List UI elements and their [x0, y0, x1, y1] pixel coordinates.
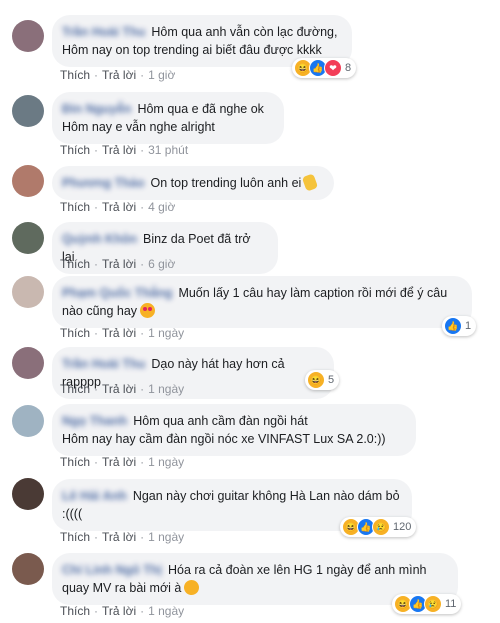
comment-author[interactable]: Đin Nguyễn — [62, 100, 131, 118]
avatar[interactable] — [12, 95, 44, 127]
like-link[interactable]: Thích — [60, 530, 90, 544]
comment-time[interactable]: 1 ngày — [148, 604, 184, 618]
reaction-count: 120 — [393, 521, 412, 533]
comment-actions: Thích · Trả lời · 1 ngày — [60, 455, 185, 469]
avatar[interactable] — [12, 553, 44, 585]
comment-time[interactable]: 4 giờ — [148, 200, 175, 214]
reply-link[interactable]: Trả lời — [102, 326, 136, 340]
avatar[interactable] — [12, 405, 44, 437]
comment-bubble: Phạm Quốc Thắng Muốn lấy 1 câu hay làm ca… — [52, 276, 472, 328]
avatar[interactable] — [12, 276, 44, 308]
love-reaction-icon: ❤ — [324, 59, 342, 77]
reaction-count: 5 — [328, 374, 335, 386]
avatar[interactable] — [12, 165, 44, 197]
comment-author[interactable]: Trần Hoài Thu — [62, 23, 145, 41]
comment-actions: Thích · Trả lời · 31 phút — [60, 143, 189, 157]
sad-reaction-icon: 😢 — [424, 595, 442, 613]
comment-time[interactable]: 31 phút — [148, 143, 188, 157]
reaction-count: 1 — [465, 320, 472, 332]
reaction-summary[interactable]: 😆 👍 😢 120 — [340, 517, 417, 537]
reply-link[interactable]: Trả lời — [102, 604, 136, 618]
comment-time[interactable]: 1 ngày — [148, 455, 184, 469]
comment-author[interactable]: Ngọ Thanh — [62, 412, 127, 430]
comment-actions: Thích · Trả lời · 1 ngày — [60, 604, 185, 618]
reply-link[interactable]: Trả lời — [102, 200, 136, 214]
like-link[interactable]: Thích — [60, 382, 90, 396]
comment-author[interactable]: Quỳnh Khôn — [62, 230, 137, 248]
comment-actions: Thích · Trả lời · 6 giờ — [60, 257, 176, 271]
reaction-summary[interactable]: 😆 👍 😢 11 — [392, 594, 462, 614]
comment-time[interactable]: 1 ngày — [148, 382, 184, 396]
reply-link[interactable]: Trả lời — [102, 530, 136, 544]
rock-hand-emoji-icon — [302, 173, 319, 192]
like-link[interactable]: Thích — [60, 200, 90, 214]
like-link[interactable]: Thích — [60, 257, 90, 271]
comment-author[interactable]: Phạm Quốc Thắng — [62, 284, 172, 302]
avatar[interactable] — [12, 478, 44, 510]
comment-actions: Thích · Trả lời · 4 giờ — [60, 200, 176, 214]
comment-time[interactable]: 1 ngày — [148, 326, 184, 340]
heart-eyes-emoji-icon — [140, 303, 156, 318]
haha-reaction-icon: 😆 — [307, 371, 325, 389]
comment-bubble: Đin Nguyễn Hôm qua e đã nghe ok Hôm nay e… — [52, 92, 284, 144]
comment-bubble: Ngọ Thanh Hôm qua anh cầm đàn ngồi hát Hô… — [52, 404, 416, 456]
reply-link[interactable]: Trả lời — [102, 257, 136, 271]
like-link[interactable]: Thích — [60, 604, 90, 618]
avatar[interactable] — [12, 347, 44, 379]
comment-author[interactable]: Chí Linh Ngô Thị — [62, 561, 162, 579]
like-link[interactable]: Thích — [60, 326, 90, 340]
reply-link[interactable]: Trả lời — [102, 382, 136, 396]
reaction-count: 8 — [345, 62, 352, 74]
reply-link[interactable]: Trả lời — [102, 143, 136, 157]
comment-actions: Thích · Trả lời · 1 giờ — [60, 68, 176, 82]
comment-author[interactable]: Trần Hoài Thu — [62, 355, 145, 373]
reply-link[interactable]: Trả lời — [102, 455, 136, 469]
rofl-emoji-icon — [181, 577, 203, 598]
comment-time[interactable]: 6 giờ — [148, 257, 175, 271]
comment-actions: Thích · Trả lời · 1 ngày — [60, 530, 185, 544]
comment-bubble: Phương Thảo On top trending luôn anh ei — [52, 166, 334, 200]
avatar[interactable] — [12, 20, 44, 52]
comment-actions: Thích · Trả lời · 1 ngày — [60, 326, 185, 340]
reaction-summary[interactable]: 😆 👍 ❤ 8 — [292, 58, 357, 78]
comment-time[interactable]: 1 giờ — [148, 68, 175, 82]
sad-reaction-icon: 😢 — [372, 518, 390, 536]
reaction-summary[interactable]: 😆 5 — [305, 370, 340, 390]
comment-time[interactable]: 1 ngày — [148, 530, 184, 544]
comment-author[interactable]: Phương Thảo — [62, 174, 145, 192]
reply-link[interactable]: Trả lời — [102, 68, 136, 82]
reaction-count: 11 — [445, 598, 457, 610]
comment-author[interactable]: Lê Hải Anh — [62, 487, 127, 505]
like-link[interactable]: Thích — [60, 455, 90, 469]
avatar[interactable] — [12, 222, 44, 254]
like-reaction-icon: 👍 — [444, 317, 462, 335]
comment-actions: Thích · Trả lời · 1 ngày — [60, 382, 185, 396]
like-link[interactable]: Thích — [60, 143, 90, 157]
comment-text: On top trending luôn anh ei — [150, 176, 302, 190]
like-link[interactable]: Thích — [60, 68, 90, 82]
reaction-summary[interactable]: 👍 1 — [442, 316, 477, 336]
